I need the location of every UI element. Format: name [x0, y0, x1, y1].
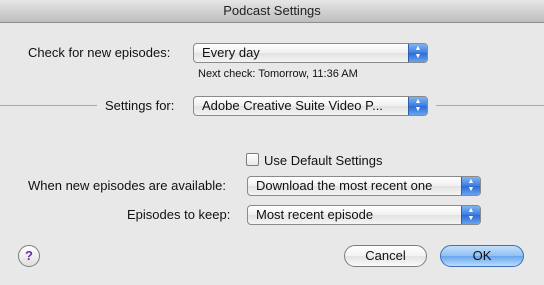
use-default-checkbox[interactable]: [246, 153, 259, 166]
help-icon[interactable]: ?: [18, 245, 40, 267]
up-down-chevron-icon: ▲ ▼: [408, 97, 427, 115]
new-episodes-label: When new episodes are available:: [28, 178, 227, 193]
check-frequency-value: Every day: [202, 45, 260, 60]
ok-button[interactable]: OK: [440, 245, 524, 267]
next-check-text: Next check: Tomorrow, 11:36 AM: [198, 68, 358, 80]
check-frequency-popup[interactable]: Every day ▲ ▼: [193, 43, 428, 63]
settings-for-popup[interactable]: Adobe Creative Suite Video P... ▲ ▼: [193, 96, 428, 116]
new-episodes-value: Download the most recent one: [256, 178, 433, 193]
settings-for-value: Adobe Creative Suite Video P...: [202, 98, 383, 113]
episodes-keep-label: Episodes to keep:: [127, 207, 231, 222]
separator-left: [0, 105, 97, 106]
window-title: Podcast Settings: [0, 0, 544, 23]
episodes-keep-popup[interactable]: Most recent episode ▲ ▼: [247, 205, 481, 225]
check-frequency-label: Check for new episodes:: [28, 45, 171, 60]
up-down-chevron-icon: ▲ ▼: [461, 206, 480, 224]
up-down-chevron-icon: ▲ ▼: [408, 44, 427, 62]
use-default-label: Use Default Settings: [264, 153, 383, 168]
up-down-chevron-icon: ▲ ▼: [461, 177, 480, 195]
episodes-keep-value: Most recent episode: [256, 207, 374, 222]
new-episodes-popup[interactable]: Download the most recent one ▲ ▼: [247, 176, 481, 196]
cancel-button[interactable]: Cancel: [344, 245, 427, 267]
settings-for-label: Settings for:: [105, 98, 175, 113]
dialog-body: Check for new episodes: Every day ▲ ▼ Nex…: [0, 23, 544, 285]
separator-right: [436, 105, 544, 106]
